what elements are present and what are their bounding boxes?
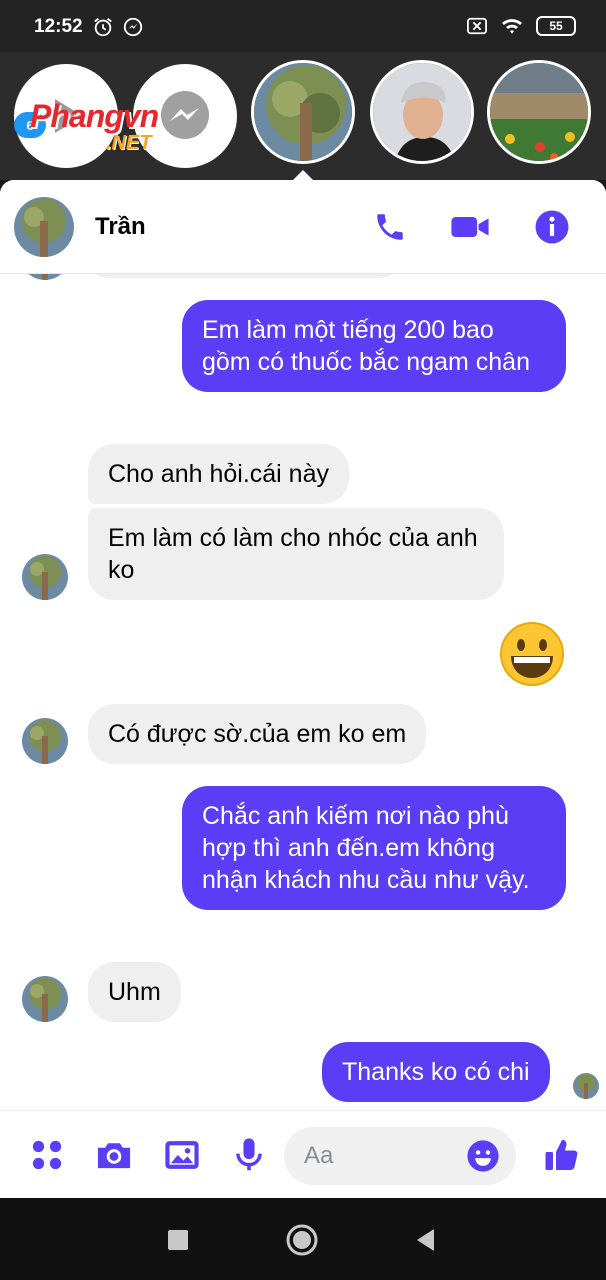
video-camera-icon (451, 217, 489, 237)
sender-avatar (22, 718, 68, 764)
sender-avatar (22, 976, 68, 1022)
message-bubble-outgoing[interactable]: Thanks ko có chi (322, 1042, 550, 1102)
alarm-icon (94, 18, 112, 37)
gallery-button[interactable] (162, 1135, 202, 1175)
tree-avatar-image (254, 63, 352, 161)
home-button[interactable] (284, 1222, 320, 1258)
battery-indicator: 55 (536, 16, 576, 36)
no-sim-icon (467, 17, 487, 35)
message-emoji-outgoing[interactable] (498, 620, 566, 688)
info-button[interactable] (532, 207, 572, 247)
battery-level: 55 (549, 19, 563, 33)
chat-panel: Trần Em làm một tiếng 200 bao gồm có thu… (0, 180, 606, 1198)
status-time: 12:52 (34, 16, 83, 37)
back-triangle-icon (417, 1229, 434, 1251)
messenger-icon (161, 91, 209, 139)
message-text: Em làm một tiếng 200 bao gồm có thuốc bắ… (202, 316, 530, 376)
phone-icon (377, 214, 403, 240)
microphone-icon (236, 1138, 262, 1171)
chat-header: Trần (0, 180, 606, 274)
tree-avatar-image (573, 1073, 599, 1099)
message-text: Cho anh hỏi.cái này (108, 460, 329, 488)
messenger-notification-icon (123, 17, 143, 37)
wifi-icon (502, 19, 522, 34)
watermark-logo: Phangvn .NET (30, 98, 159, 154)
message-text: Uhm (108, 978, 161, 1006)
tree-avatar-image (22, 554, 68, 600)
voice-message-button[interactable] (229, 1135, 269, 1175)
watermark-sub-text: .NET (106, 132, 152, 154)
message-bubble-incoming[interactable]: Có được sờ.của em ko em (88, 704, 427, 764)
watermark-main-text: Phangvn (30, 98, 159, 134)
message-text: Thanks ko có chi (342, 1058, 530, 1086)
message-composer (0, 1110, 606, 1198)
like-button[interactable] (542, 1135, 582, 1175)
recents-button[interactable] (160, 1222, 196, 1258)
field-avatar-image (490, 63, 588, 161)
emoji-icon[interactable] (466, 1139, 500, 1173)
chat-head-tran[interactable] (251, 60, 355, 164)
tree-avatar-image (14, 197, 74, 257)
status-right-icons: 55 (466, 16, 576, 36)
sender-avatar (22, 554, 68, 600)
message-bubble-incoming[interactable]: Em làm có làm cho nhóc của anh ko (88, 508, 504, 600)
grinning-face-icon (500, 622, 564, 686)
message-text: Chắc anh kiếm nơi nào phù hợp thì anh đế… (202, 802, 530, 894)
more-actions-button[interactable] (27, 1135, 67, 1175)
message-bubble-outgoing[interactable]: Chắc anh kiếm nơi nào phù hợp thì anh đế… (182, 786, 566, 910)
message-bubble-incoming[interactable]: Uhm (88, 962, 181, 1022)
system-navigation-bar (0, 1198, 606, 1280)
info-icon (535, 210, 569, 244)
tree-avatar-image (22, 718, 68, 764)
message-bubble-incoming[interactable]: Cho anh hỏi.cái này (88, 444, 349, 504)
seen-indicator-avatar (573, 1073, 599, 1099)
thumbs-up-icon (545, 1140, 578, 1170)
man-avatar-image (373, 63, 471, 161)
video-call-button[interactable] (450, 207, 490, 247)
image-icon (165, 1141, 199, 1169)
message-bubble-outgoing[interactable]: Em làm một tiếng 200 bao gồm có thuốc bắ… (182, 300, 566, 392)
square-icon (168, 1230, 188, 1250)
contact-name[interactable]: Trần (95, 213, 146, 241)
message-input-box (284, 1127, 516, 1185)
circle-icon (286, 1224, 318, 1256)
status-left-icons (92, 16, 144, 38)
message-input[interactable] (304, 1141, 464, 1171)
status-bar: 12:52 55 (0, 0, 606, 52)
chat-heads-bar: 6 Phangvn .NET (0, 52, 606, 180)
back-button[interactable] (408, 1222, 444, 1258)
tree-avatar-image (22, 976, 68, 1022)
message-text: Em làm có làm cho nhóc của anh ko (108, 524, 478, 584)
chat-head-man[interactable] (370, 60, 474, 164)
contact-avatar[interactable] (14, 197, 74, 257)
camera-button[interactable] (94, 1135, 134, 1175)
message-text: Có được sờ.của em ko em (108, 720, 407, 748)
chat-head-field[interactable] (487, 60, 591, 164)
four-dots-icon (32, 1140, 62, 1170)
voice-call-button[interactable] (370, 207, 410, 247)
camera-icon (97, 1143, 131, 1169)
